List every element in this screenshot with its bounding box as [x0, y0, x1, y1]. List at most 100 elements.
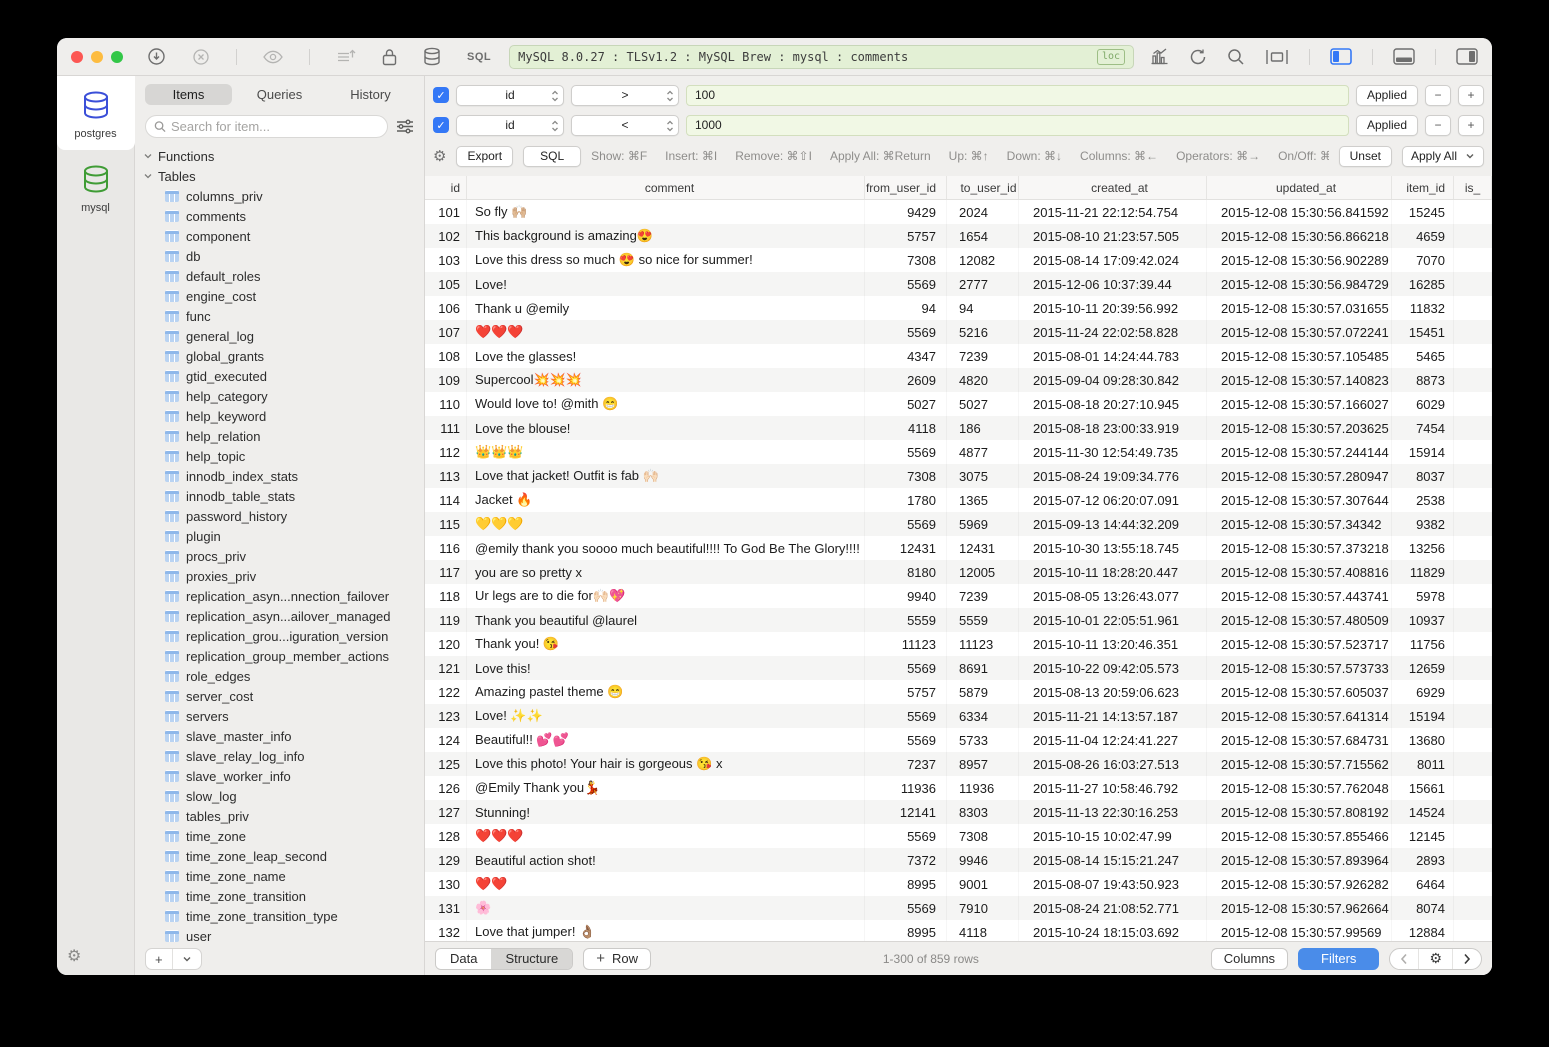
- cell-comment[interactable]: @Emily Thank you💃: [467, 776, 865, 800]
- cell-to-user-id[interactable]: 1365: [947, 488, 1019, 512]
- sidebar-table-item[interactable]: gtid_executed: [143, 366, 424, 386]
- cell-id[interactable]: 107: [425, 320, 467, 344]
- sidebar-table-item[interactable]: component: [143, 226, 424, 246]
- search-input[interactable]: [171, 119, 379, 134]
- sidebar-table-item[interactable]: tables_priv: [143, 806, 424, 826]
- cell-id[interactable]: 110: [425, 392, 467, 416]
- sidebar-table-item[interactable]: global_grants: [143, 346, 424, 366]
- cell-is[interactable]: [1454, 920, 1492, 941]
- filter-value-input[interactable]: [686, 115, 1349, 136]
- cell-to-user-id[interactable]: 5879: [947, 680, 1019, 704]
- cell-item-id[interactable]: 16285: [1392, 272, 1454, 296]
- table-row[interactable]: 124 Beautiful!! 💕💕 5569 5733 2015-11-04 …: [425, 728, 1492, 752]
- zoom-window-button[interactable]: [111, 51, 123, 63]
- cell-from-user-id[interactable]: 4118: [865, 416, 947, 440]
- add-filter-button[interactable]: +: [1458, 85, 1484, 106]
- connection-mysql[interactable]: mysql: [57, 150, 135, 224]
- cell-id[interactable]: 127: [425, 800, 467, 824]
- cell-from-user-id[interactable]: 4347: [865, 344, 947, 368]
- sidebar-table-item[interactable]: columns_priv: [143, 186, 424, 206]
- pending-changes-icon[interactable]: [336, 49, 356, 65]
- cell-item-id[interactable]: 13680: [1392, 728, 1454, 752]
- table-row[interactable]: 128 ❤️❤️❤️ 5569 7308 2015-10-15 10:02:47…: [425, 824, 1492, 848]
- database-icon[interactable]: [423, 47, 441, 66]
- next-page-button[interactable]: [1452, 949, 1481, 969]
- table-row[interactable]: 108 Love the glasses! 4347 7239 2015-08-…: [425, 344, 1492, 368]
- table-row[interactable]: 114 Jacket 🔥 1780 1365 2015-07-12 06:20:…: [425, 488, 1492, 512]
- filter-value-input[interactable]: [686, 85, 1349, 106]
- connection-postgres[interactable]: postgres: [57, 76, 135, 150]
- cell-created-at[interactable]: 2015-08-24 21:08:52.771: [1019, 896, 1207, 920]
- cell-created-at[interactable]: 2015-08-24 19:09:34.776: [1019, 464, 1207, 488]
- cell-item-id[interactable]: 12659: [1392, 656, 1454, 680]
- sidebar-table-item[interactable]: procs_priv: [143, 546, 424, 566]
- cell-item-id[interactable]: 15661: [1392, 776, 1454, 800]
- cell-comment[interactable]: This background is amazing😍: [467, 224, 865, 248]
- cell-id[interactable]: 125: [425, 752, 467, 776]
- cell-id[interactable]: 105: [425, 272, 467, 296]
- ssl-lock-icon[interactable]: [382, 48, 397, 66]
- cell-to-user-id[interactable]: 2777: [947, 272, 1019, 296]
- cell-to-user-id[interactable]: 3075: [947, 464, 1019, 488]
- cell-id[interactable]: 122: [425, 680, 467, 704]
- cell-created-at[interactable]: 2015-10-24 18:15:03.692: [1019, 920, 1207, 941]
- table-row[interactable]: 102 This background is amazing😍 5757 165…: [425, 224, 1492, 248]
- column-header-is[interactable]: is_: [1454, 176, 1492, 199]
- sidebar-table-item[interactable]: slow_log: [143, 786, 424, 806]
- toggle-right-panel-icon[interactable]: [1456, 48, 1478, 65]
- filter-enabled-checkbox[interactable]: ✓: [433, 117, 449, 133]
- cell-created-at[interactable]: 2015-08-14 17:09:42.024: [1019, 248, 1207, 272]
- cell-from-user-id[interactable]: 8995: [865, 920, 947, 941]
- cell-item-id[interactable]: 11756: [1392, 632, 1454, 656]
- cell-comment[interactable]: Would love to! @mith 😁: [467, 392, 865, 416]
- cell-item-id[interactable]: 8873: [1392, 368, 1454, 392]
- sidebar-table-item[interactable]: help_category: [143, 386, 424, 406]
- table-row[interactable]: 122 Amazing pastel theme 😁 5757 5879 201…: [425, 680, 1492, 704]
- cell-id[interactable]: 131: [425, 896, 467, 920]
- cell-from-user-id[interactable]: 5569: [865, 656, 947, 680]
- cell-from-user-id[interactable]: 7372: [865, 848, 947, 872]
- table-row[interactable]: 117 you are so pretty x 8180 12005 2015-…: [425, 560, 1492, 584]
- cell-id[interactable]: 121: [425, 656, 467, 680]
- cell-is[interactable]: [1454, 320, 1492, 344]
- table-row[interactable]: 131 🌸 5569 7910 2015-08-24 21:08:52.771 …: [425, 896, 1492, 920]
- cell-id[interactable]: 113: [425, 464, 467, 488]
- table-row[interactable]: 118 Ur legs are to die for🙌🏻💖 9940 7239 …: [425, 584, 1492, 608]
- table-row[interactable]: 105 Love! 5569 2777 2015-12-06 10:37:39.…: [425, 272, 1492, 296]
- columns-button[interactable]: Columns: [1211, 948, 1288, 970]
- cell-created-at[interactable]: 2015-08-10 21:23:57.505: [1019, 224, 1207, 248]
- add-item-button[interactable]: +: [146, 949, 172, 969]
- cell-updated-at[interactable]: 2015-12-08 15:30:56.841592: [1207, 200, 1392, 224]
- page-settings-gear-icon[interactable]: ⚙: [1418, 949, 1452, 969]
- cell-created-at[interactable]: 2015-08-05 13:26:43.077: [1019, 584, 1207, 608]
- cell-created-at[interactable]: 2015-10-01 22:05:51.961: [1019, 608, 1207, 632]
- cell-to-user-id[interactable]: 8303: [947, 800, 1019, 824]
- cell-item-id[interactable]: 4659: [1392, 224, 1454, 248]
- cell-from-user-id[interactable]: 5569: [865, 824, 947, 848]
- column-header-id[interactable]: id: [425, 176, 467, 199]
- cell-comment[interactable]: @emily thank you soooo much beautiful!!!…: [467, 536, 865, 560]
- cell-item-id[interactable]: 7070: [1392, 248, 1454, 272]
- table-row[interactable]: 123 Love! ✨✨ 5569 6334 2015-11-21 14:13:…: [425, 704, 1492, 728]
- cell-updated-at[interactable]: 2015-12-08 15:30:57.031655: [1207, 296, 1392, 320]
- sidebar-table-item[interactable]: password_history: [143, 506, 424, 526]
- cell-to-user-id[interactable]: 1654: [947, 224, 1019, 248]
- cell-created-at[interactable]: 2015-08-18 20:27:10.945: [1019, 392, 1207, 416]
- cell-from-user-id[interactable]: 5559: [865, 608, 947, 632]
- filter-applied-button[interactable]: Applied: [1356, 85, 1418, 106]
- cell-is[interactable]: [1454, 872, 1492, 896]
- cell-item-id[interactable]: 15451: [1392, 320, 1454, 344]
- chart-icon[interactable]: [1150, 48, 1169, 65]
- cell-is[interactable]: [1454, 392, 1492, 416]
- cell-updated-at[interactable]: 2015-12-08 15:30:57.715562: [1207, 752, 1392, 776]
- filter-settings-gear-icon[interactable]: ⚙: [433, 149, 446, 164]
- sidebar-table-item[interactable]: help_keyword: [143, 406, 424, 426]
- sidebar-table-item[interactable]: time_zone: [143, 826, 424, 846]
- cell-comment[interactable]: Stunning!: [467, 800, 865, 824]
- cell-from-user-id[interactable]: 5569: [865, 272, 947, 296]
- cell-updated-at[interactable]: 2015-12-08 15:30:57.105485: [1207, 344, 1392, 368]
- cell-id[interactable]: 106: [425, 296, 467, 320]
- cell-created-at[interactable]: 2015-09-04 09:28:30.842: [1019, 368, 1207, 392]
- cell-id[interactable]: 101: [425, 200, 467, 224]
- tree-section-tables[interactable]: Tables: [143, 166, 424, 186]
